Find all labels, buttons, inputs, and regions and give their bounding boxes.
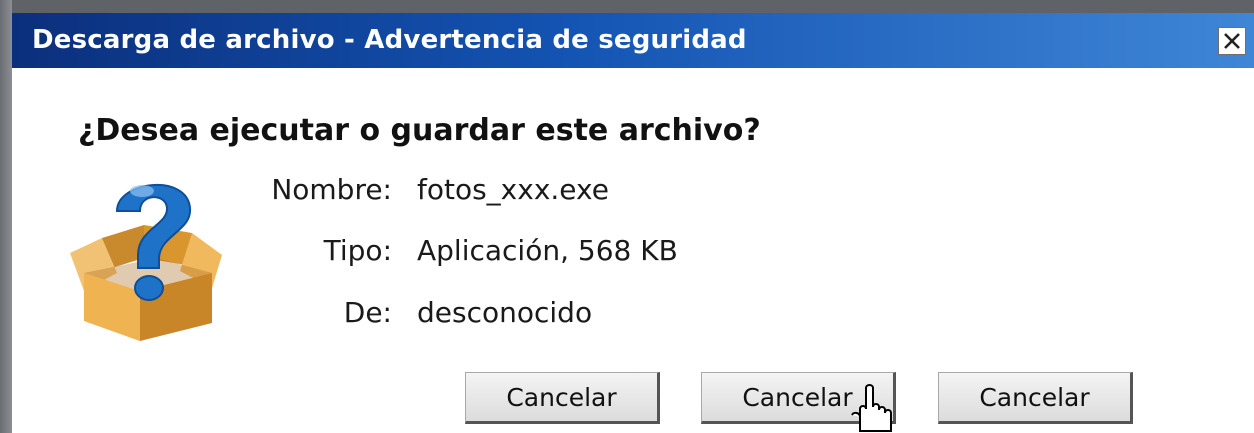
type-value: Aplicación, 568 KB <box>417 234 678 267</box>
cancel-button-3[interactable]: Cancelar <box>938 372 1133 424</box>
from-label: De: <box>343 296 392 329</box>
cancel-button-1[interactable]: Cancelar <box>465 372 660 424</box>
close-button[interactable] <box>1218 27 1246 55</box>
close-icon <box>1224 33 1240 49</box>
type-label: Tipo: <box>323 234 392 267</box>
name-value: fotos_xxx.exe <box>417 173 609 206</box>
dialog-title: Descarga de archivo - Advertencia de seg… <box>32 25 747 55</box>
window-frame-left <box>0 0 12 433</box>
dialog-question: ¿Desea ejecutar o guardar este archivo? <box>78 113 761 148</box>
security-warning-dialog: Descarga de archivo - Advertencia de seg… <box>12 13 1254 433</box>
dialog-titlebar[interactable]: Descarga de archivo - Advertencia de seg… <box>12 13 1254 68</box>
hand-pointer-icon <box>851 384 892 432</box>
from-value: desconocido <box>417 296 593 329</box>
name-label: Nombre: <box>271 173 392 206</box>
